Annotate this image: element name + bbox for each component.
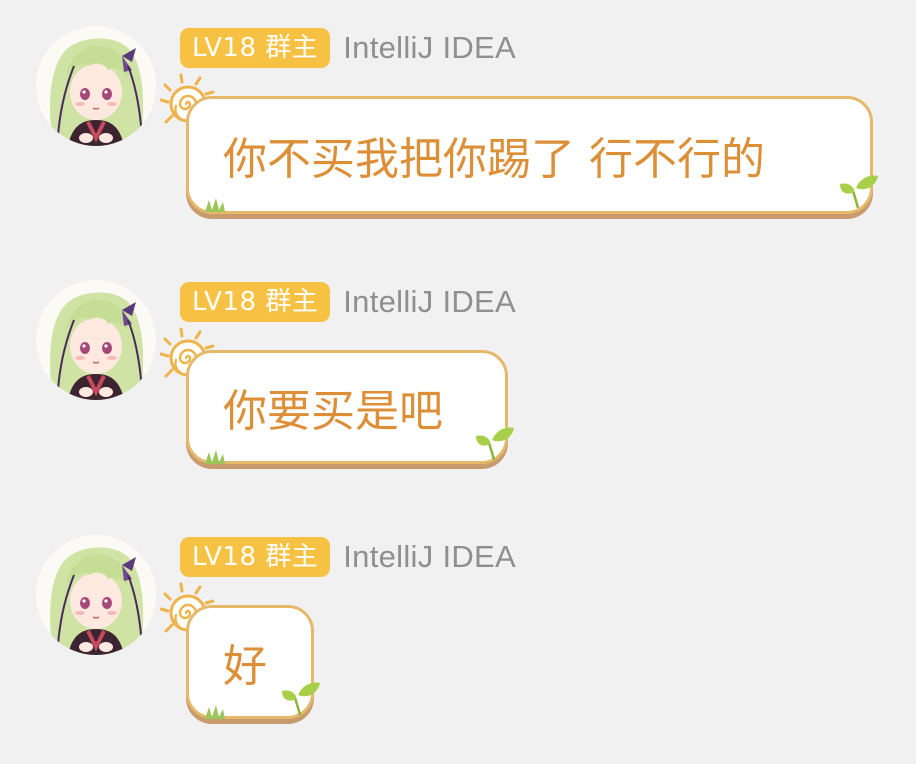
- message-text: 好: [223, 641, 267, 692]
- sprout-icon: [476, 426, 516, 462]
- level-owner-badge: LV18 群主: [180, 282, 331, 322]
- grass-icon: [205, 705, 225, 719]
- message-header: LV18 群主 IntelliJ IDEA: [180, 535, 516, 579]
- message-bubble[interactable]: 你不买我把你踢了 行不行的: [186, 96, 873, 214]
- sprout-icon: [282, 681, 322, 717]
- message-header: LV18 群主 IntelliJ IDEA: [180, 26, 516, 70]
- grass-icon: [205, 450, 225, 464]
- level-owner-badge: LV18 群主: [180, 537, 331, 577]
- anime-girl-avatar-icon: [36, 280, 156, 400]
- anime-girl-avatar-icon: [36, 535, 156, 655]
- message-bubble[interactable]: 你要买是吧: [186, 350, 508, 464]
- message-header: LV18 群主 IntelliJ IDEA: [180, 280, 516, 324]
- message-text: 你要买是吧: [223, 386, 443, 437]
- sender-name[interactable]: IntelliJ IDEA: [343, 284, 516, 320]
- message-text: 你不买我把你踢了 行不行的: [223, 134, 765, 185]
- anime-girl-avatar-icon: [36, 26, 156, 146]
- avatar[interactable]: [36, 26, 156, 146]
- avatar[interactable]: [36, 535, 156, 655]
- sprout-icon: [840, 174, 880, 210]
- sender-name[interactable]: IntelliJ IDEA: [343, 539, 516, 575]
- level-owner-badge: LV18 群主: [180, 28, 331, 68]
- grass-icon: [205, 198, 225, 212]
- avatar[interactable]: [36, 280, 156, 400]
- sender-name[interactable]: IntelliJ IDEA: [343, 30, 516, 66]
